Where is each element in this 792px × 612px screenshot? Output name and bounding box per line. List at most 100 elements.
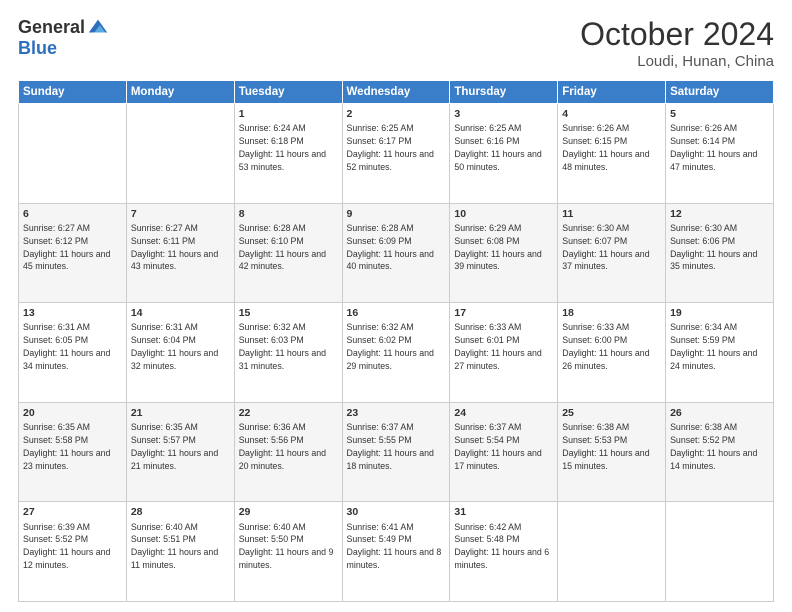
day-info: Sunrise: 6:36 AM Sunset: 5:56 PM Dayligh… <box>239 422 326 471</box>
day-number: 26 <box>670 406 769 420</box>
calendar-cell <box>558 502 666 602</box>
calendar-cell: 27Sunrise: 6:39 AM Sunset: 5:52 PM Dayli… <box>19 502 127 602</box>
logo-blue-text: Blue <box>18 38 57 59</box>
calendar-cell: 15 Sunrise: 6:32 AM Sunset: 6:03 PM Dayli… <box>234 303 342 403</box>
day-info: Sunrise: 6:31 AM Sunset: 6:04 PM Dayligh… <box>131 322 218 371</box>
day-number: 28 <box>131 505 230 519</box>
day-info: Sunrise: 6:25 AM Sunset: 6:16 PM Dayligh… <box>454 123 541 172</box>
calendar-cell: 26 Sunrise: 6:38 AM Sunset: 5:52 PM Dayli… <box>666 402 774 502</box>
day-number: 17 <box>454 306 553 320</box>
calendar-cell: 17 Sunrise: 6:33 AM Sunset: 6:01 PM Dayli… <box>450 303 558 403</box>
day-number: 10 <box>454 207 553 221</box>
day-info: Sunrise: 6:25 AM Sunset: 6:17 PM Dayligh… <box>347 123 434 172</box>
calendar-cell: 16Sunrise: 6:32 AM Sunset: 6:02 PM Dayli… <box>342 303 450 403</box>
day-info: Sunrise: 6:27 AM Sunset: 6:12 PM Dayligh… <box>23 223 110 272</box>
month-title: October 2024 <box>580 16 774 53</box>
calendar-table: SundayMondayTuesdayWednesdayThursdayFrid… <box>18 80 774 602</box>
calendar-cell: 14 Sunrise: 6:31 AM Sunset: 6:04 PM Dayli… <box>126 303 234 403</box>
day-info: Sunrise: 6:30 AM Sunset: 6:07 PM Dayligh… <box>562 223 649 272</box>
week-row-3: 20 Sunrise: 6:35 AM Sunset: 5:58 PM Dayli… <box>19 402 774 502</box>
calendar-cell: 8Sunrise: 6:28 AM Sunset: 6:10 PM Daylig… <box>234 203 342 303</box>
day-info: Sunrise: 6:38 AM Sunset: 5:52 PM Dayligh… <box>670 422 757 471</box>
day-info: Sunrise: 6:29 AM Sunset: 6:08 PM Dayligh… <box>454 223 541 272</box>
day-number: 8 <box>239 207 338 221</box>
day-info: Sunrise: 6:31 AM Sunset: 6:05 PM Dayligh… <box>23 322 110 371</box>
title-block: October 2024 Loudi, Hunan, China <box>580 16 774 70</box>
day-info: Sunrise: 6:26 AM Sunset: 6:14 PM Dayligh… <box>670 123 757 172</box>
calendar-cell: 7Sunrise: 6:27 AM Sunset: 6:11 PM Daylig… <box>126 203 234 303</box>
day-number: 30 <box>347 505 446 519</box>
day-info: Sunrise: 6:30 AM Sunset: 6:06 PM Dayligh… <box>670 223 757 272</box>
week-row-4: 27Sunrise: 6:39 AM Sunset: 5:52 PM Dayli… <box>19 502 774 602</box>
day-number: 14 <box>131 306 230 320</box>
calendar-cell: 13 Sunrise: 6:31 AM Sunset: 6:05 PM Dayli… <box>19 303 127 403</box>
logo: General Blue <box>18 16 109 59</box>
day-number: 24 <box>454 406 553 420</box>
calendar-cell: 23Sunrise: 6:37 AM Sunset: 5:55 PM Dayli… <box>342 402 450 502</box>
day-number: 16 <box>347 306 446 320</box>
calendar-cell: 21 Sunrise: 6:35 AM Sunset: 5:57 PM Dayli… <box>126 402 234 502</box>
day-info: Sunrise: 6:40 AM Sunset: 5:50 PM Dayligh… <box>239 522 334 571</box>
calendar-cell: 30 Sunrise: 6:41 AM Sunset: 5:49 PM Dayli… <box>342 502 450 602</box>
calendar-cell: 22 Sunrise: 6:36 AM Sunset: 5:56 PM Dayli… <box>234 402 342 502</box>
calendar-cell: 6Sunrise: 6:27 AM Sunset: 6:12 PM Daylig… <box>19 203 127 303</box>
day-number: 9 <box>347 207 446 221</box>
day-number: 13 <box>23 306 122 320</box>
header-sunday: Sunday <box>19 81 127 104</box>
day-info: Sunrise: 6:34 AM Sunset: 5:59 PM Dayligh… <box>670 322 757 371</box>
day-info: Sunrise: 6:41 AM Sunset: 5:49 PM Dayligh… <box>347 522 442 571</box>
calendar-cell: 5 Sunrise: 6:26 AM Sunset: 6:14 PM Daylig… <box>666 104 774 204</box>
day-number: 15 <box>239 306 338 320</box>
day-number: 11 <box>562 207 661 221</box>
calendar-cell: 4 Sunrise: 6:26 AM Sunset: 6:15 PM Daylig… <box>558 104 666 204</box>
header-row: SundayMondayTuesdayWednesdayThursdayFrid… <box>19 81 774 104</box>
day-number: 19 <box>670 306 769 320</box>
day-number: 22 <box>239 406 338 420</box>
calendar-header: SundayMondayTuesdayWednesdayThursdayFrid… <box>19 81 774 104</box>
week-row-1: 6Sunrise: 6:27 AM Sunset: 6:12 PM Daylig… <box>19 203 774 303</box>
logo-general-text: General <box>18 17 85 38</box>
day-info: Sunrise: 6:38 AM Sunset: 5:53 PM Dayligh… <box>562 422 649 471</box>
day-info: Sunrise: 6:42 AM Sunset: 5:48 PM Dayligh… <box>454 522 549 571</box>
calendar-cell: 1 Sunrise: 6:24 AM Sunset: 6:18 PM Daylig… <box>234 104 342 204</box>
day-number: 1 <box>239 107 338 121</box>
calendar-cell: 10 Sunrise: 6:29 AM Sunset: 6:08 PM Dayli… <box>450 203 558 303</box>
day-number: 20 <box>23 406 122 420</box>
day-info: Sunrise: 6:35 AM Sunset: 5:57 PM Dayligh… <box>131 422 218 471</box>
day-number: 7 <box>131 207 230 221</box>
header-thursday: Thursday <box>450 81 558 104</box>
day-info: Sunrise: 6:33 AM Sunset: 6:01 PM Dayligh… <box>454 322 541 371</box>
day-info: Sunrise: 6:39 AM Sunset: 5:52 PM Dayligh… <box>23 522 110 571</box>
day-info: Sunrise: 6:40 AM Sunset: 5:51 PM Dayligh… <box>131 522 218 571</box>
header-monday: Monday <box>126 81 234 104</box>
day-info: Sunrise: 6:24 AM Sunset: 6:18 PM Dayligh… <box>239 123 326 172</box>
week-row-0: 1 Sunrise: 6:24 AM Sunset: 6:18 PM Daylig… <box>19 104 774 204</box>
day-number: 2 <box>347 107 446 121</box>
day-info: Sunrise: 6:26 AM Sunset: 6:15 PM Dayligh… <box>562 123 649 172</box>
week-row-2: 13 Sunrise: 6:31 AM Sunset: 6:05 PM Dayli… <box>19 303 774 403</box>
day-number: 5 <box>670 107 769 121</box>
day-number: 25 <box>562 406 661 420</box>
day-number: 12 <box>670 207 769 221</box>
day-info: Sunrise: 6:35 AM Sunset: 5:58 PM Dayligh… <box>23 422 110 471</box>
calendar-cell: 25 Sunrise: 6:38 AM Sunset: 5:53 PM Dayli… <box>558 402 666 502</box>
day-number: 21 <box>131 406 230 420</box>
calendar-cell: 12 Sunrise: 6:30 AM Sunset: 6:06 PM Dayli… <box>666 203 774 303</box>
day-number: 4 <box>562 107 661 121</box>
calendar-cell: 28 Sunrise: 6:40 AM Sunset: 5:51 PM Dayli… <box>126 502 234 602</box>
day-number: 31 <box>454 505 553 519</box>
header-saturday: Saturday <box>666 81 774 104</box>
day-info: Sunrise: 6:32 AM Sunset: 6:03 PM Dayligh… <box>239 322 326 371</box>
day-number: 3 <box>454 107 553 121</box>
day-info: Sunrise: 6:37 AM Sunset: 5:54 PM Dayligh… <box>454 422 541 471</box>
calendar-body: 1 Sunrise: 6:24 AM Sunset: 6:18 PM Daylig… <box>19 104 774 602</box>
calendar-cell: 20 Sunrise: 6:35 AM Sunset: 5:58 PM Dayli… <box>19 402 127 502</box>
day-number: 29 <box>239 505 338 519</box>
header: General Blue October 2024 Loudi, Hunan, … <box>18 16 774 70</box>
calendar-cell: 9Sunrise: 6:28 AM Sunset: 6:09 PM Daylig… <box>342 203 450 303</box>
logo-icon <box>87 16 109 38</box>
calendar-cell: 2 Sunrise: 6:25 AM Sunset: 6:17 PM Daylig… <box>342 104 450 204</box>
header-friday: Friday <box>558 81 666 104</box>
calendar-cell: 24 Sunrise: 6:37 AM Sunset: 5:54 PM Dayli… <box>450 402 558 502</box>
calendar-cell: 3 Sunrise: 6:25 AM Sunset: 6:16 PM Daylig… <box>450 104 558 204</box>
